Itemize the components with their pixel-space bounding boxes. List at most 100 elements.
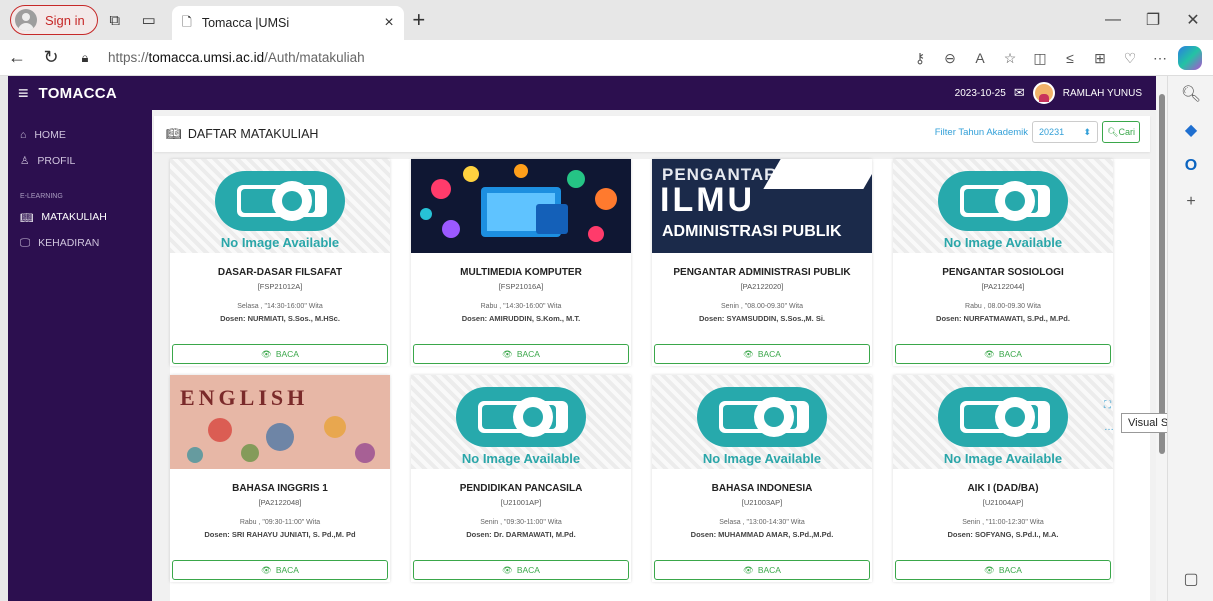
book-icon: 📖︎ (166, 126, 182, 141)
page-scrollbar[interactable] (1156, 76, 1167, 601)
course-schedule: Rabu , 08.00-09.30 Wita (965, 303, 1041, 310)
multimedia-illustration (420, 164, 617, 242)
browser-essentials-icon[interactable]: ♡ (1115, 43, 1145, 73)
course-title: MULTIMEDIA KOMPUTER (460, 267, 582, 278)
favorite-star-icon[interactable]: ☆ (995, 43, 1025, 73)
search-button[interactable]: 🔍︎ Cari (1102, 121, 1140, 143)
shopping-icon[interactable]: ◆ (1168, 112, 1213, 148)
zoom-icon[interactable]: ⊖ (935, 43, 965, 73)
eye-icon: 👁︎ (502, 564, 513, 575)
eye-icon: 👁︎ (743, 348, 754, 359)
copilot-icon[interactable] (1178, 46, 1202, 70)
sidebar-item-home[interactable]: ⌂ HOME (8, 122, 152, 148)
tab-title: Tomacca |UMSi (201, 16, 290, 30)
course-lecturer: Dosen: SOFYANG, S.Pd.I., M.A. (947, 530, 1059, 539)
sidebar-item-matakuliah[interactable]: 📖︎ MATAKULIAH (8, 204, 152, 230)
more-options-icon[interactable]: … (1104, 417, 1114, 439)
read-button[interactable]: 👁︎ BACA (654, 560, 870, 580)
workspaces-icon[interactable]: ⧉ (98, 5, 132, 35)
current-date: 2023-10-25 (954, 87, 1006, 99)
edge-sidebar: 🔍︎ ◆ O + ▢ (1167, 76, 1213, 601)
course-title: PENGANTAR SOSIOLOGI (942, 267, 1064, 278)
read-button[interactable]: 👁︎ BACA (895, 344, 1111, 364)
eye-icon: 👁︎ (984, 564, 995, 575)
camera-icon (938, 171, 1068, 231)
course-lecturer: Dosen: NURFATMAWATI, S.Pd., M.Pd. (936, 314, 1070, 323)
read-button[interactable]: 👁︎ BACA (172, 344, 388, 364)
camera-icon (697, 387, 827, 447)
read-button[interactable]: 👁︎ BACA (654, 344, 870, 364)
back-icon[interactable]: ← (0, 43, 34, 73)
brand-title[interactable]: TOMACCA (39, 85, 117, 102)
sidebar-toggle-icon[interactable]: ▢ (1168, 561, 1213, 597)
search-icon: 🔍︎ (1107, 126, 1119, 137)
course-thumbnail: No Image Available (652, 375, 872, 469)
web-page: ≡ TOMACCA 2023-10-25 ✉ RAMLAH YUNUS ⌂ HOM… (8, 76, 1156, 601)
lock-icon[interactable]: 🔒︎ (68, 43, 102, 73)
address-bar-row: ← ↻ 🔒︎ https://tomacca.umsi.ac.id/Auth/m… (0, 40, 1213, 76)
course-card: No Image Available DASAR-DASAR FILSAFAT … (170, 159, 390, 366)
close-tab-icon[interactable]: × (384, 14, 393, 32)
academic-year-select[interactable]: 20231 ⬍ (1032, 121, 1099, 143)
course-schedule: Rabu , "09:30-11:00" Wita (239, 519, 321, 526)
browser-tab-strip: Sign in ⧉ ▭ 🗋 Tomacca |UMSi × + — ❐ ✕ (0, 0, 1213, 40)
course-lecturer: Dosen: MUHAMMAD AMAR, S.Pd.,M.Pd. (690, 530, 834, 539)
read-button[interactable]: 👁︎ BACA (413, 560, 629, 580)
book-icon: 📖︎ (20, 211, 34, 224)
browser-tab[interactable]: 🗋 Tomacca |UMSi × (171, 6, 404, 40)
course-thumbnail: No Image Available (893, 159, 1113, 253)
close-window-icon[interactable]: ✕ (1173, 0, 1213, 40)
select-arrow-icon: ⬍ (1083, 126, 1092, 137)
read-button[interactable]: 👁︎ BACA (172, 560, 388, 580)
course-code: [PA2122044] (981, 282, 1025, 291)
read-button[interactable]: 👁︎ BACA (413, 344, 629, 364)
favorites-icon[interactable]: ≤ (1055, 43, 1085, 73)
visual-search-icon[interactable]: ⛶ (1104, 395, 1114, 417)
course-title: BAHASA INGGRIS 1 (232, 483, 328, 494)
course-schedule: Senin , "08.00-09.30" Wita (720, 303, 804, 310)
sign-in-button[interactable]: Sign in (10, 5, 98, 35)
main-content: 📖︎ DAFTAR MATAKULIAH Filter Tahun Akademi… (152, 110, 1156, 601)
course-schedule: Rabu , "14:30-16:00" Wita (480, 303, 562, 310)
new-tab-button[interactable]: + (404, 7, 434, 33)
refresh-icon[interactable]: ↻ (34, 43, 68, 73)
filter-label: Filter Tahun Akademik (934, 126, 1029, 138)
split-screen-icon[interactable]: ◫ (1025, 43, 1055, 73)
course-card: No Image Available PENDIDIKAN PANCASILA … (411, 375, 631, 582)
key-icon[interactable]: ⚷ (905, 43, 935, 73)
sidebar-item-kehadiran[interactable]: 🖵︎ KEHADIRAN (8, 230, 152, 256)
camera-icon (456, 387, 586, 447)
restore-icon[interactable]: ❐ (1133, 0, 1173, 40)
course-title: BAHASA INDONESIA (711, 483, 813, 494)
course-code: [U21003AP] (741, 498, 783, 507)
collections-icon[interactable]: ⊞ (1085, 43, 1115, 73)
page-title: DAFTAR MATAKULIAH (187, 127, 319, 141)
minimize-icon[interactable]: — (1093, 0, 1133, 40)
home-icon: ⌂ (20, 129, 27, 141)
course-code: [U21004AP] (982, 498, 1024, 507)
eye-icon: 👁︎ (261, 564, 272, 575)
course-card: MULTIMEDIA KOMPUTER [FSP21016A] Rabu , "… (411, 159, 631, 366)
course-schedule: Selasa , "14:30-16:00" Wita (237, 303, 323, 310)
user-avatar[interactable] (1032, 82, 1055, 104)
outlook-icon[interactable]: O (1168, 148, 1213, 184)
add-icon[interactable]: + (1168, 184, 1213, 220)
sign-in-label: Sign in (45, 12, 85, 28)
mail-icon[interactable]: ✉ (1014, 85, 1025, 101)
course-card: No Image Available PENGANTAR SOSIOLOGI [… (893, 159, 1113, 366)
read-aloud-icon[interactable]: A (965, 43, 995, 73)
course-lecturer: Dosen: SYAMSUDDIN, S.Sos.,M. Si. (699, 314, 825, 323)
sidebar-item-profil[interactable]: ♙ PROFIL (8, 148, 152, 174)
course-schedule: Senin , "09:30-11:00" Wita (480, 519, 562, 526)
tab-actions-icon[interactable]: ▭ (132, 5, 166, 35)
course-title: DASAR-DASAR FILSAFAT (217, 267, 343, 278)
read-button[interactable]: 👁︎ BACA (895, 560, 1111, 580)
scrollbar-thumb[interactable] (1159, 94, 1165, 454)
search-icon[interactable]: 🔍︎ (1168, 76, 1213, 112)
address-input[interactable]: https://tomacca.umsi.ac.id/Auth/matakuli… (108, 50, 365, 65)
more-icon[interactable]: ⋯ (1145, 43, 1175, 73)
course-code: [PA2122020] (740, 282, 784, 291)
user-name[interactable]: RAMLAH YUNUS (1063, 88, 1142, 99)
menu-toggle-icon[interactable]: ≡ (18, 83, 29, 104)
course-grid: No Image Available DASAR-DASAR FILSAFAT … (170, 159, 1150, 601)
